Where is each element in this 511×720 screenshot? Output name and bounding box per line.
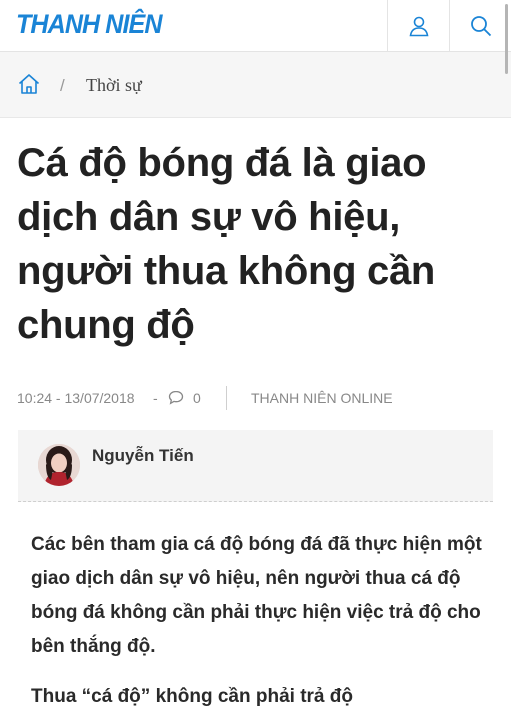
meta-dash: -: [153, 390, 158, 406]
author-avatar[interactable]: [38, 444, 80, 486]
home-icon[interactable]: [17, 72, 41, 96]
user-button[interactable]: [387, 0, 449, 52]
author-box: Nguyễn Tiến: [18, 430, 493, 502]
article-source: THANH NIÊN ONLINE: [251, 390, 393, 406]
article-meta: 10:24 - 13/07/2018 - 0 THANH NIÊN ONLINE: [17, 386, 497, 410]
publish-datetime: 10:24 - 13/07/2018: [17, 390, 135, 406]
comment-icon[interactable]: [168, 390, 184, 405]
article-title: Cá độ bóng đá là giao dịch dân sự vô hiệ…: [17, 141, 436, 347]
article-summary: Các bên tham gia cá độ bóng đá đã thực h…: [31, 534, 482, 657]
article-subheading: Thua “cá độ” không cần phải trả độ: [31, 686, 353, 707]
top-navbar: THANH NIÊN: [0, 0, 511, 52]
scrollbar[interactable]: [503, 0, 511, 720]
site-logo[interactable]: THANH NIÊN: [16, 9, 162, 40]
comment-count[interactable]: 0: [193, 390, 201, 406]
user-icon: [409, 16, 428, 37]
meta-divider: [226, 386, 227, 410]
breadcrumb-category[interactable]: Thời sự: [86, 75, 142, 96]
breadcrumb: / Thời sự: [0, 52, 511, 118]
search-button[interactable]: [449, 0, 511, 52]
search-icon: [470, 16, 491, 37]
author-name[interactable]: Nguyễn Tiến: [92, 446, 194, 466]
breadcrumb-separator: /: [60, 76, 65, 95]
scrollbar-thumb[interactable]: [505, 4, 508, 74]
